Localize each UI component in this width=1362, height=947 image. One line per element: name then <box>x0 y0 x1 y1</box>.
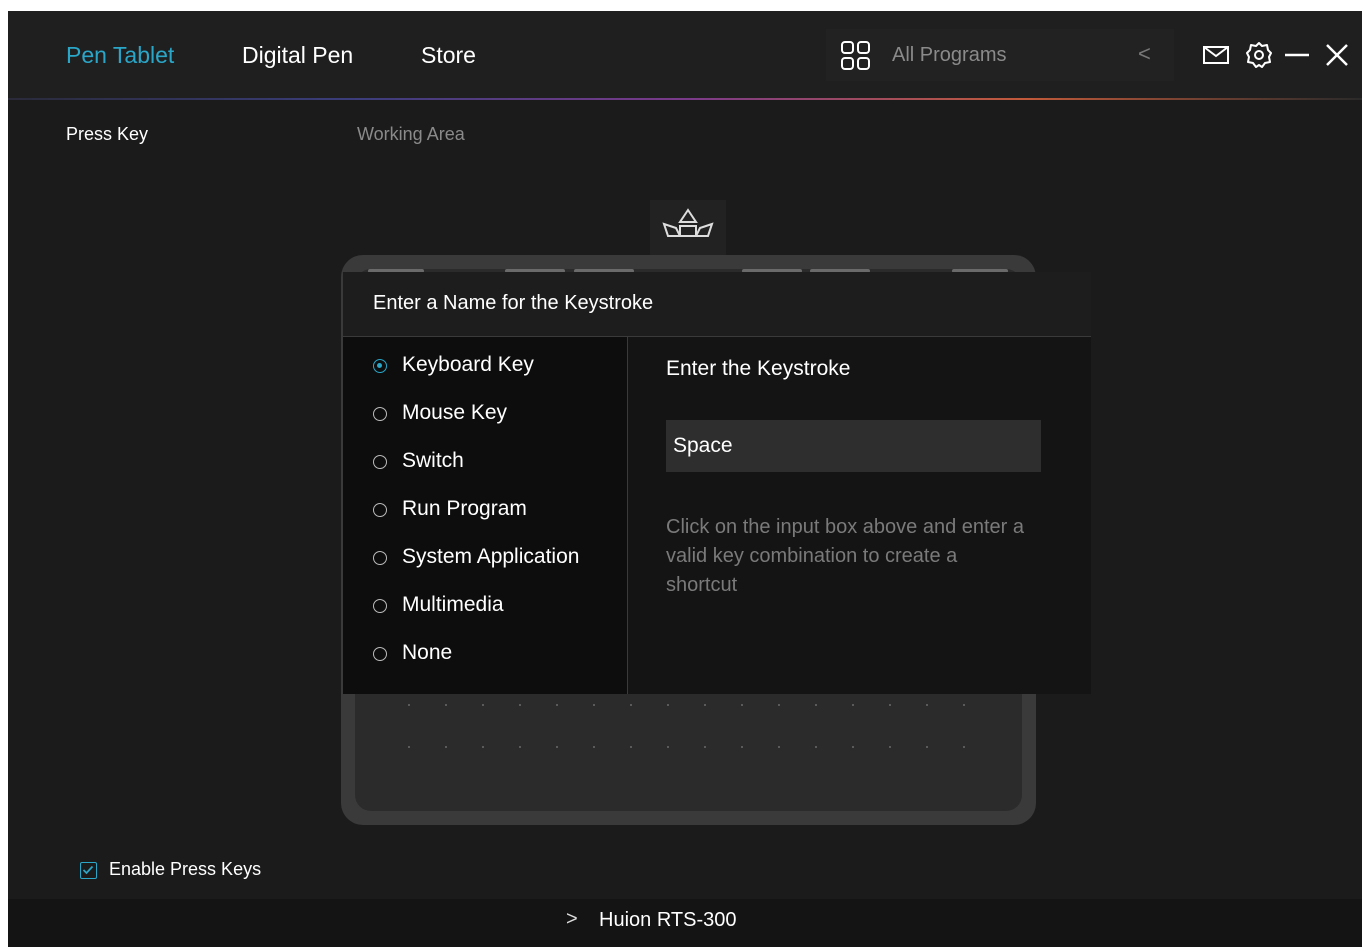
tablet-dot <box>963 746 965 748</box>
tablet-dot <box>667 746 669 748</box>
tablet-dot <box>741 746 743 748</box>
minimize-icon[interactable] <box>1283 41 1311 69</box>
subtab-press-key[interactable]: Press Key <box>66 123 148 145</box>
option-label: System Application <box>402 545 580 568</box>
gear-icon[interactable] <box>1245 41 1273 69</box>
header: Pen Tablet Digital Pen Store All Program… <box>8 11 1362 99</box>
tablet-dot <box>593 704 595 706</box>
tablet-dot <box>963 704 965 706</box>
checkbox-checked-icon[interactable] <box>80 862 97 879</box>
option-label: Keyboard Key <box>402 353 534 376</box>
header-divider <box>8 98 1362 100</box>
tab-digital-pen[interactable]: Digital Pen <box>242 41 353 69</box>
tablet-dot <box>667 704 669 706</box>
tablet-dot <box>593 746 595 748</box>
tablet-dot <box>852 704 854 706</box>
keystroke-hint: Click on the input box above and enter a… <box>666 516 1025 596</box>
dialog-header: Enter a Name for the Keystroke <box>343 272 1091 337</box>
tablet-dot-grid <box>408 694 988 754</box>
device-name: Huion RTS-300 <box>599 909 737 931</box>
option-label: None <box>402 641 453 664</box>
key-type-options: Keyboard Key Mouse Key Switch Run Progra… <box>343 337 628 694</box>
tablet-dot <box>815 704 817 706</box>
radio-icon[interactable] <box>373 647 387 661</box>
close-icon[interactable] <box>1323 41 1351 69</box>
tablet-dot <box>778 746 780 748</box>
subtab-working-area[interactable]: Working Area <box>357 123 465 145</box>
keystroke-dialog: Enter a Name for the Keystroke Keyboard … <box>343 272 1091 694</box>
tablet-dot <box>704 704 706 706</box>
tablet-dot <box>741 704 743 706</box>
tablet-dot <box>482 704 484 706</box>
radio-selected-icon[interactable] <box>373 359 387 373</box>
option-label: Run Program <box>402 497 527 520</box>
mail-icon[interactable] <box>1202 41 1230 69</box>
tablet-dot <box>519 746 521 748</box>
radio-icon[interactable] <box>373 551 387 565</box>
tablet-dot <box>445 704 447 706</box>
tablet-dot <box>704 746 706 748</box>
tablet-dot <box>889 746 891 748</box>
tablet-dot <box>630 746 632 748</box>
chevron-left-icon[interactable]: < <box>1138 41 1151 67</box>
tablet-dot <box>778 704 780 706</box>
keystroke-input[interactable] <box>666 420 1041 472</box>
huion-logo-icon <box>650 200 726 260</box>
chevron-right-icon[interactable]: > <box>566 908 578 931</box>
radio-icon[interactable] <box>373 455 387 469</box>
tablet-dot <box>519 704 521 706</box>
tablet-dot <box>889 704 891 706</box>
tab-store[interactable]: Store <box>421 41 476 69</box>
app-window: Pen Tablet Digital Pen Store All Program… <box>8 11 1362 947</box>
option-label: Mouse Key <box>402 401 508 424</box>
tablet-dot <box>445 746 447 748</box>
tablet-dot <box>408 746 410 748</box>
tablet-dot <box>556 704 558 706</box>
tablet-dot <box>926 746 928 748</box>
program-selector[interactable]: All Programs < <box>826 29 1174 81</box>
grid-icon <box>841 41 870 70</box>
tablet-dot <box>926 704 928 706</box>
device-footer[interactable]: > Huion RTS-300 <box>8 899 1362 947</box>
dialog-title: Enter a Name for the Keystroke <box>373 292 654 314</box>
tab-pen-tablet[interactable]: Pen Tablet <box>66 41 174 69</box>
keystroke-panel: Enter the Keystroke Click on the input b… <box>628 337 1091 694</box>
option-label: Multimedia <box>402 593 504 616</box>
tablet-dot <box>556 746 558 748</box>
tablet-dot <box>482 746 484 748</box>
keystroke-label: Enter the Keystroke <box>666 357 851 380</box>
enable-press-keys-label: Enable Press Keys <box>109 859 262 879</box>
option-label: Switch <box>402 449 464 472</box>
tablet-dot <box>408 704 410 706</box>
program-selector-label: All Programs <box>892 44 1007 66</box>
radio-icon[interactable] <box>373 599 387 613</box>
radio-icon[interactable] <box>373 407 387 421</box>
radio-icon[interactable] <box>373 503 387 517</box>
tablet-dot <box>852 746 854 748</box>
tablet-dot <box>815 746 817 748</box>
tablet-dot <box>630 704 632 706</box>
